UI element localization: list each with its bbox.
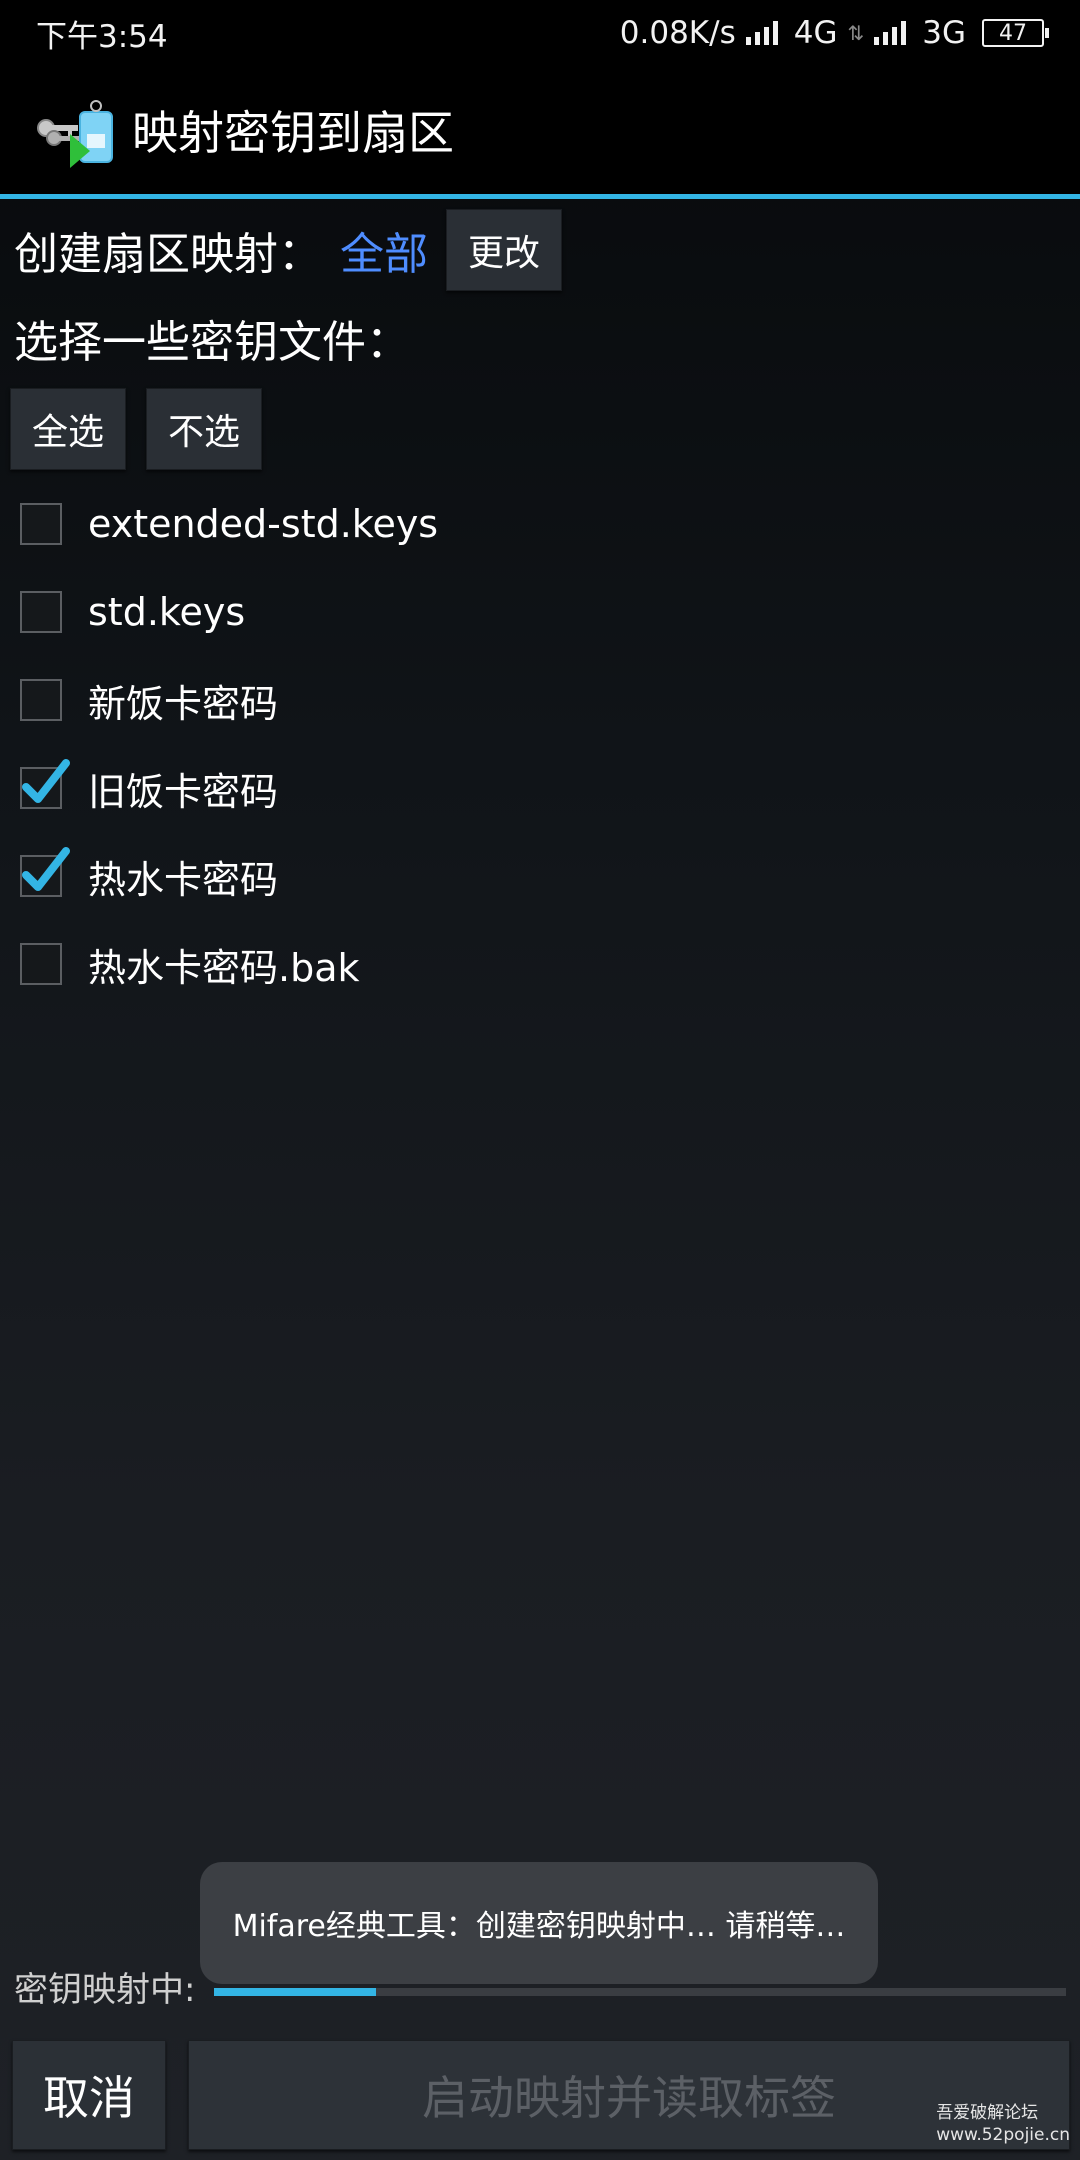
key-file-list: extended-std.keys std.keys 新饭卡密码 旧饭卡密码 热…	[20, 480, 438, 1008]
action-bar: 映射密钥到扇区	[0, 66, 1080, 194]
list-item[interactable]: 热水卡密码	[20, 832, 438, 920]
list-item[interactable]: 热水卡密码.bak	[20, 920, 438, 1008]
select-buttons: 全选 不选	[10, 388, 262, 470]
key-file-name: extended-std.keys	[88, 502, 439, 546]
checkbox[interactable]	[20, 591, 62, 633]
select-all-button[interactable]: 全选	[10, 388, 126, 470]
battery-level: 47	[999, 20, 1027, 46]
checkbox[interactable]	[20, 943, 62, 985]
data-activity-icon: ⇅	[847, 21, 865, 45]
watermark: 吾爱破解论坛 www.52pojie.cn	[936, 2102, 1070, 2146]
toast-message: Mifare经典工具：创建密钥映射中… 请稍等…	[200, 1862, 878, 1984]
sector-map-value: 全部	[340, 229, 428, 280]
key-file-name: 旧饭卡密码	[88, 769, 279, 814]
progress-row: 密钥映射中:	[14, 1962, 195, 2011]
progress-fill	[214, 1988, 376, 1996]
list-item[interactable]: 旧饭卡密码	[20, 744, 438, 832]
watermark-line1: 吾爱破解论坛	[936, 2103, 1039, 2123]
check-icon	[22, 847, 70, 891]
change-button[interactable]: 更改	[446, 209, 562, 291]
network-type-2: 3G	[922, 15, 966, 51]
battery-icon: 47	[982, 19, 1049, 47]
key-file-name: 新饭卡密码	[88, 681, 279, 726]
list-item[interactable]: std.keys	[20, 568, 438, 656]
status-bar: 下午3:54 0.08K/s 4G ⇅ 3G 47	[0, 0, 1080, 66]
select-none-button[interactable]: 不选	[146, 388, 262, 470]
signal-icon	[745, 21, 778, 45]
sector-map-label: 创建扇区映射：	[14, 229, 322, 280]
toast-text: Mifare经典工具：创建密钥映射中… 请稍等…	[232, 1909, 846, 1944]
key-file-name: 热水卡密码	[88, 857, 279, 902]
list-item[interactable]: 新饭卡密码	[20, 656, 438, 744]
checkbox-checked[interactable]	[20, 759, 70, 809]
signal-icon-2	[874, 21, 907, 45]
network-type-1: 4G	[793, 15, 838, 51]
key-file-name: std.keys	[88, 590, 246, 634]
app-title: 映射密钥到扇区	[132, 106, 454, 160]
key-file-name: 热水卡密码.bak	[88, 945, 360, 990]
progress-bar	[214, 1988, 1066, 1996]
list-item[interactable]: extended-std.keys	[20, 480, 438, 568]
checkbox[interactable]	[20, 503, 62, 545]
key-tag-icon	[34, 90, 122, 170]
status-time: 下午3:54	[36, 18, 168, 55]
key-files-label: 选择一些密钥文件：	[14, 317, 410, 368]
net-speed: 0.08K/s	[619, 15, 736, 51]
check-icon	[22, 759, 70, 803]
sector-map-row: 创建扇区映射： 全部 更改	[14, 206, 562, 294]
cancel-button[interactable]: 取消	[12, 2040, 166, 2150]
checkbox[interactable]	[20, 679, 62, 721]
action-bar-divider	[0, 194, 1080, 199]
status-right: 0.08K/s 4G ⇅ 3G 47	[619, 15, 1049, 51]
progress-label: 密钥映射中:	[14, 1970, 196, 2010]
watermark-line2: www.52pojie.cn	[936, 2125, 1070, 2145]
checkbox-checked[interactable]	[20, 847, 70, 897]
